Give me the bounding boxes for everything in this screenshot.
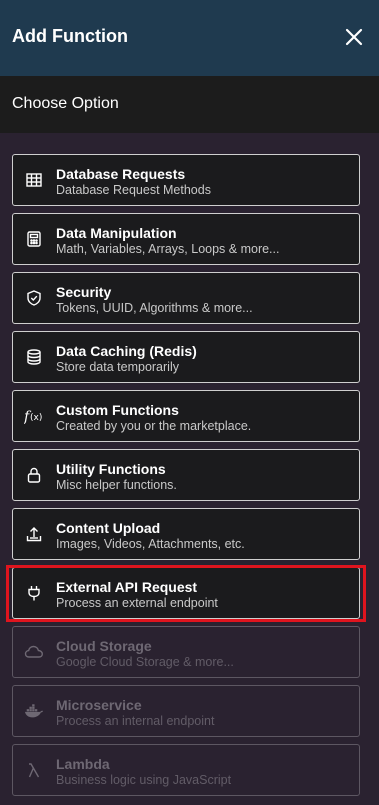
option-description: Business logic using JavaScript [56,773,232,787]
cloud-icon [24,642,44,662]
option-title: Custom Functions [56,402,179,418]
lambda-icon [24,760,44,780]
option-title: Lambda [56,756,110,772]
option-title: Cloud Storage [56,638,152,654]
calculator-icon [24,229,44,249]
option-title: Microservice [56,697,142,713]
option-custom-functions[interactable]: f (x) Custom Functions Created by you or… [12,390,360,442]
close-button[interactable] [341,24,367,50]
option-title: External API Request [56,579,198,595]
plug-icon [24,583,44,603]
option-title: Utility Functions [56,461,166,477]
option-utility-functions[interactable]: Utility Functions Misc helper functions. [12,449,360,501]
option-title: Content Upload [56,520,161,536]
subheader: Choose Option [0,76,379,133]
option-description: Database Request Methods [56,183,211,197]
option-description: Store data temporarily [56,360,179,374]
option-data-caching[interactable]: Data Caching (Redis) Store data temporar… [12,331,360,383]
option-title: Database Requests [56,166,186,182]
database-icon [24,347,44,367]
option-external-api-request[interactable]: External API Request Process an external… [12,567,360,619]
option-title: Data Manipulation [56,225,177,241]
option-lambda[interactable]: Lambda Business logic using JavaScript [12,744,360,796]
docker-icon [24,701,44,721]
upload-icon [24,524,44,544]
option-list: Database Requests Database Request Metho… [0,133,379,805]
function-icon: f (x) [24,406,44,426]
section-title: Choose Option [12,95,119,112]
option-description: Images, Videos, Attachments, etc. [56,537,245,551]
option-microservice[interactable]: Microservice Process an internal endpoin… [12,685,360,737]
option-database-requests[interactable]: Database Requests Database Request Metho… [12,154,360,206]
close-icon [345,28,363,46]
option-title: Data Caching (Redis) [56,343,197,359]
option-description: Created by you or the marketplace. [56,419,252,433]
table-icon [24,170,44,190]
option-description: Process an external endpoint [56,596,218,610]
option-description: Google Cloud Storage & more... [56,655,234,669]
option-security[interactable]: Security Tokens, UUID, Algorithms & more… [12,272,360,324]
header: Add Function [0,0,379,76]
option-content-upload[interactable]: Content Upload Images, Videos, Attachmen… [12,508,360,560]
option-title: Security [56,284,112,300]
lock-icon [24,465,44,485]
option-description: Process an internal endpoint [56,714,215,728]
page-title: Add Function [12,26,128,46]
option-description: Misc helper functions. [56,478,177,492]
option-description: Tokens, UUID, Algorithms & more... [56,301,253,315]
svg-text:(x): (x) [30,413,42,423]
option-cloud-storage[interactable]: Cloud Storage Google Cloud Storage & mor… [12,626,360,678]
option-data-manipulation[interactable]: Data Manipulation Math, Variables, Array… [12,213,360,265]
option-description: Math, Variables, Arrays, Loops & more... [56,242,280,256]
shield-check-icon [24,288,44,308]
